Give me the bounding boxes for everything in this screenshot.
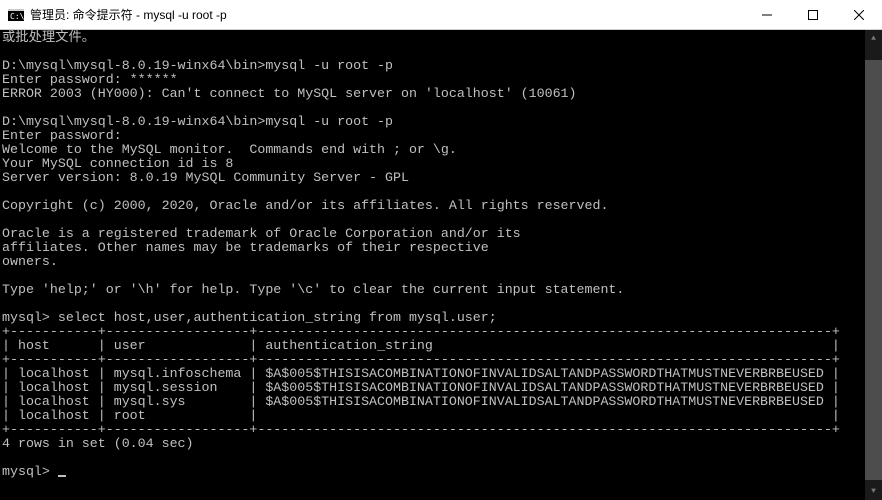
table-row: | localhost | mysql.infoschema | $A$005$… <box>2 366 840 381</box>
output-line: Your MySQL connection id is 8 <box>2 156 233 171</box>
output-line: owners. <box>2 254 58 269</box>
svg-text:C:\: C:\ <box>10 12 24 21</box>
scroll-down-arrow[interactable]: ▼ <box>865 483 882 500</box>
output-line: Server version: 8.0.19 MySQL Community S… <box>2 170 409 185</box>
output-line: D:\mysql\mysql-8.0.19-winx64\bin>mysql -… <box>2 58 393 73</box>
table-border: +-----------+------------------+--------… <box>2 352 840 367</box>
output-line: Copyright (c) 2000, 2020, Oracle and/or … <box>2 198 608 213</box>
window-titlebar: C:\ 管理员: 命令提示符 - mysql -u root -p <box>0 0 882 30</box>
maximize-button[interactable] <box>790 0 836 30</box>
prompt-line: mysql> <box>2 464 58 479</box>
close-button[interactable] <box>836 0 882 30</box>
table-row: | localhost | mysql.session | $A$005$THI… <box>2 380 840 395</box>
table-border: +-----------+------------------+--------… <box>2 324 840 339</box>
terminal-output[interactable]: 或批处理文件。 D:\mysql\mysql-8.0.19-winx64\bin… <box>0 30 882 500</box>
output-line: Enter password: <box>2 128 122 143</box>
table-row: | localhost | root | | <box>2 408 840 423</box>
scroll-up-arrow[interactable]: ▲ <box>865 30 882 47</box>
vertical-scrollbar[interactable]: ▲ ▼ <box>865 30 882 500</box>
table-border: +-----------+------------------+--------… <box>2 422 840 437</box>
output-line: Enter password: ****** <box>2 72 178 87</box>
output-line: Oracle is a registered trademark of Orac… <box>2 226 521 241</box>
query-line: mysql> select host,user,authentication_s… <box>2 310 497 325</box>
cursor <box>58 475 66 477</box>
output-line: affiliates. Other names may be trademark… <box>2 240 489 255</box>
window-title: 管理员: 命令提示符 - mysql -u root -p <box>30 6 227 23</box>
output-line: Welcome to the MySQL monitor. Commands e… <box>2 142 457 157</box>
output-line: 或批处理文件。 <box>2 30 95 45</box>
output-line: ERROR 2003 (HY000): Can't connect to MyS… <box>2 86 577 101</box>
table-row: | localhost | mysql.sys | $A$005$THISISA… <box>2 394 840 409</box>
result-footer: 4 rows in set (0.04 sec) <box>2 436 194 451</box>
table-header: | host | user | authentication_string | <box>2 338 840 353</box>
scrollbar-thumb[interactable] <box>865 60 882 480</box>
output-line: Type 'help;' or '\h' for help. Type '\c'… <box>2 282 624 297</box>
cmd-icon: C:\ <box>8 7 24 23</box>
output-line: D:\mysql\mysql-8.0.19-winx64\bin>mysql -… <box>2 114 393 129</box>
minimize-button[interactable] <box>744 0 790 30</box>
